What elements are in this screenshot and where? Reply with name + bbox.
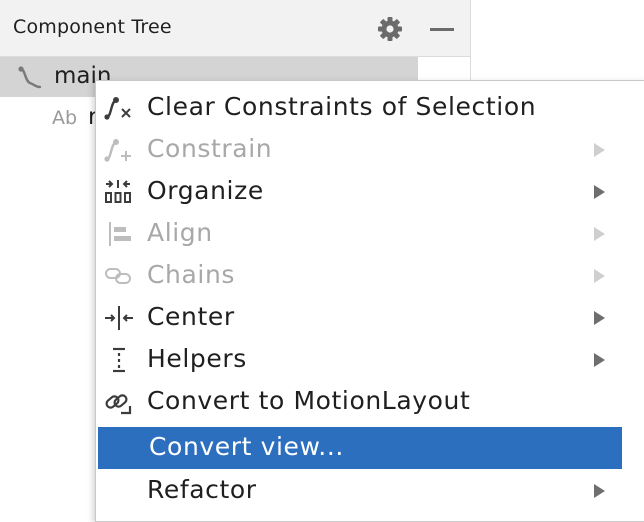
component-tree-header: Component Tree bbox=[0, 0, 470, 57]
submenu-arrow-icon bbox=[594, 484, 605, 498]
context-menu: Clear Constraints of Selection Constrain… bbox=[95, 80, 644, 522]
textview-type-badge: Ab bbox=[52, 107, 78, 129]
helpers-icon bbox=[113, 347, 125, 373]
menu-item-label: Organize bbox=[147, 176, 264, 205]
submenu-arrow-icon bbox=[594, 269, 605, 283]
menu-item-label: Chains bbox=[147, 260, 236, 289]
align-icon bbox=[109, 222, 131, 246]
panel-title: Component Tree bbox=[13, 16, 172, 38]
gear-icon[interactable] bbox=[376, 15, 404, 43]
submenu-arrow-icon bbox=[594, 311, 605, 325]
menu-item-helpers[interactable]: Helpers bbox=[96, 339, 644, 381]
menu-item-label: Helpers bbox=[147, 344, 247, 373]
clear-constraints-icon bbox=[104, 97, 131, 120]
menu-item-align[interactable]: Align bbox=[96, 213, 644, 255]
menu-item-label: Constrain bbox=[147, 134, 273, 163]
menu-item-convert-motionlayout[interactable]: Convert to MotionLayout bbox=[96, 381, 644, 423]
constrain-icon bbox=[104, 139, 131, 162]
submenu-arrow-icon bbox=[594, 143, 605, 157]
menu-item-label: Clear Constraints of Selection bbox=[147, 92, 537, 121]
minimize-icon[interactable] bbox=[430, 28, 454, 31]
chains-icon bbox=[105, 268, 131, 284]
menu-item-label: Center bbox=[147, 302, 235, 331]
menu-item-label: Align bbox=[147, 218, 213, 247]
menu-item-label: Convert to MotionLayout bbox=[147, 386, 471, 415]
submenu-arrow-icon bbox=[594, 227, 605, 241]
submenu-arrow-icon bbox=[594, 185, 605, 199]
organize-icon bbox=[105, 180, 131, 203]
menu-item-refactor[interactable]: Refactor bbox=[96, 470, 644, 512]
menu-item-chains[interactable]: Chains bbox=[96, 255, 644, 297]
convert-motion-icon bbox=[105, 394, 132, 415]
menu-item-constrain[interactable]: Constrain bbox=[96, 129, 644, 171]
menu-item-center[interactable]: Center bbox=[96, 297, 644, 339]
menu-item-label: Refactor bbox=[147, 475, 257, 504]
menu-item-clear-constraints[interactable]: Clear Constraints of Selection bbox=[96, 87, 644, 129]
constraint-layout-icon bbox=[18, 66, 42, 89]
menu-item-organize[interactable]: Organize bbox=[96, 171, 644, 213]
menu-item-label: Convert view... bbox=[149, 432, 344, 461]
center-icon bbox=[105, 306, 133, 330]
menu-item-convert-view[interactable]: Convert view... bbox=[98, 427, 622, 469]
submenu-arrow-icon bbox=[594, 353, 605, 367]
